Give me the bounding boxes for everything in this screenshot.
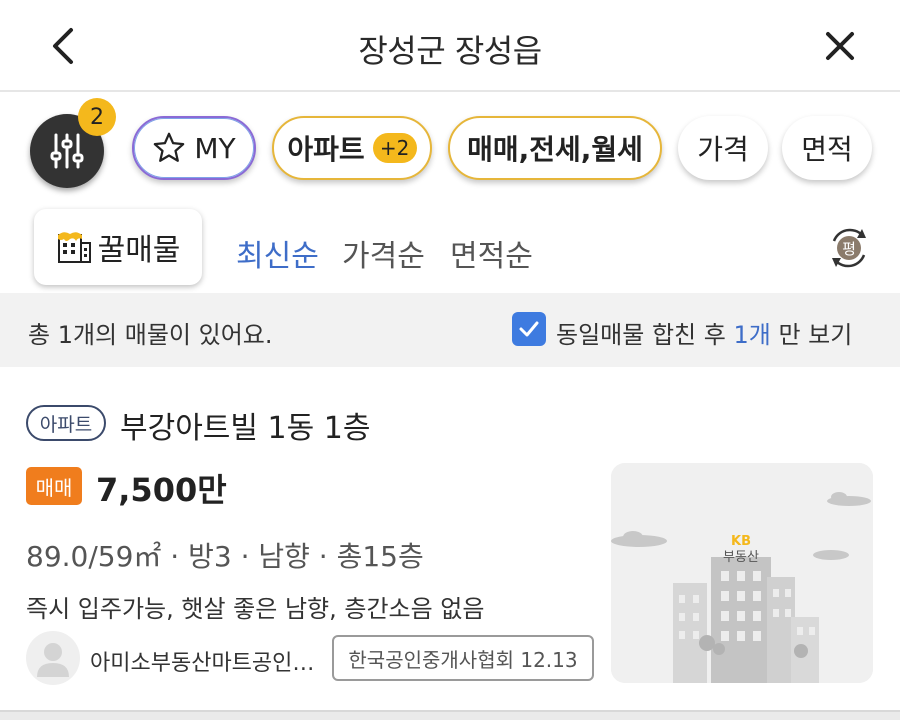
listing-description: 즉시 입주가능, 햇살 좋은 남향, 층간소음 없음 <box>26 595 485 623</box>
unit-toggle-label: 평 <box>842 240 856 258</box>
result-count-text: 총 1개의 매물이 있어요. <box>28 321 273 349</box>
close-icon <box>826 32 854 60</box>
area-filter-chip[interactable]: 면적 <box>782 116 872 180</box>
result-summary-bar: 총 1개의 매물이 있어요. 동일매물 합친 후 1개 만 보기 <box>0 293 900 367</box>
filter-count-badge: 2 <box>78 98 116 136</box>
property-type-extra-badge: +2 <box>372 133 417 163</box>
honey-building-icon <box>56 229 92 265</box>
agent-avatar <box>26 631 80 685</box>
deal-type-badge: 매매 <box>26 467 82 505</box>
sort-option-area[interactable]: 면적순 <box>450 231 533 275</box>
price-filter-label: 가격 <box>697 133 749 166</box>
price-filter-chip[interactable]: 가격 <box>678 116 768 180</box>
sort-option-latest[interactable]: 최신순 <box>236 231 319 275</box>
unit-toggle-button[interactable]: 평 <box>826 225 872 271</box>
user-icon <box>37 643 69 677</box>
merge-count: 1개 <box>733 321 771 349</box>
deal-type-chip[interactable]: 매매,전세,월세 <box>448 116 662 180</box>
honey-listing-button[interactable]: 꿀매물 <box>34 209 202 285</box>
checkmark-icon <box>519 321 539 337</box>
close-button[interactable] <box>816 22 864 70</box>
listing-specs: 89.0/59㎡ · 방3 · 남향 · 총15층 <box>26 540 424 573</box>
area-filter-label: 면적 <box>801 133 853 166</box>
merge-duplicates-checkbox[interactable] <box>512 312 546 346</box>
kb-logo-subtext: 부동산 <box>723 550 759 565</box>
kb-logo-text: KB <box>731 534 751 549</box>
property-type-chip[interactable]: 아파트 +2 <box>272 116 432 180</box>
filter-bar: 2 MY 아파트 +2 매매,전세,월세 가격 면적 <box>0 98 900 200</box>
honey-listing-label: 꿀매물 <box>97 233 181 268</box>
section-divider <box>0 710 900 720</box>
agent-name: 아미소부동산마트공인중개사사무소 <box>90 651 316 676</box>
merge-duplicates-label[interactable]: 동일매물 합친 후 1개 만 보기 <box>556 315 852 350</box>
star-icon <box>152 131 186 165</box>
page-title: 장성군 장성읍 <box>358 32 542 70</box>
listing-price: 7,500만 <box>96 471 227 509</box>
association-badge: 한국공인중개사협회 12.13 <box>332 635 594 681</box>
sort-option-price[interactable]: 가격순 <box>342 231 425 275</box>
sort-bar: 꿀매물 최신순 가격순 면적순 평 <box>0 205 900 291</box>
property-type-label: 아파트 <box>287 133 365 166</box>
listing-thumbnail: KB 부동산 <box>611 463 873 683</box>
my-filter-label: MY <box>194 131 236 165</box>
listing-title: 부강아트빌 1동 1층 <box>120 411 371 446</box>
property-type-badge: 아파트 <box>26 405 106 441</box>
listing-card[interactable]: 아파트 부강아트빌 1동 1층 매매 7,500만 89.0/59㎡ · 방3 … <box>0 367 900 710</box>
top-bar: 장성군 장성읍 <box>0 0 900 92</box>
deal-type-label: 매매,전세,월세 <box>467 133 643 166</box>
kb-building-placeholder-image: KB 부동산 <box>611 463 873 683</box>
my-filter-chip[interactable]: MY <box>132 116 256 180</box>
sliders-icon <box>50 133 84 169</box>
